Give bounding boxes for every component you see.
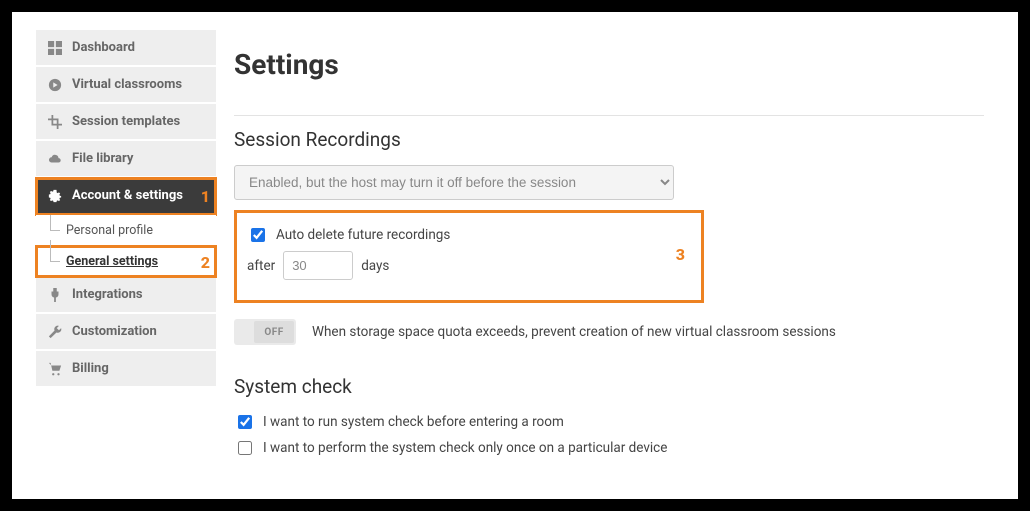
after-label: after — [247, 258, 275, 274]
days-input[interactable] — [283, 251, 353, 280]
sidebar-item-integrations[interactable]: Integrations — [36, 277, 216, 314]
sidebar-item-label: Integrations — [72, 287, 143, 302]
tree-line-icon — [50, 240, 60, 262]
auto-delete-label: Auto delete future recordings — [276, 227, 450, 243]
system-check-before-room-checkbox[interactable] — [238, 415, 252, 429]
storage-quota-toggle[interactable]: OFF — [234, 319, 296, 345]
crop-icon — [48, 115, 62, 129]
recording-mode-select[interactable]: Enabled, but the host may turn it off be… — [234, 165, 674, 200]
page-title: Settings — [234, 48, 984, 81]
cloud-icon — [48, 152, 62, 166]
sidebar-item-label: Billing — [72, 361, 109, 376]
system-check-opt1-label: I want to run system check before enteri… — [263, 414, 564, 430]
sidebar-sub-general-settings[interactable]: General settings — [36, 246, 216, 277]
sidebar-sub-label: General settings — [64, 254, 158, 269]
divider — [234, 115, 984, 116]
grid-icon — [48, 41, 62, 55]
system-check-opt2-label: I want to perform the system check only … — [263, 440, 667, 456]
plug-icon — [48, 288, 62, 302]
cart-icon — [48, 362, 62, 376]
sidebar-sub-label: Personal profile — [64, 223, 153, 238]
sidebar-item-label: Session templates — [72, 114, 180, 129]
sidebar-item-account-settings[interactable]: Account & settings — [36, 178, 216, 215]
sidebar-item-file-library[interactable]: File library — [36, 141, 216, 178]
sidebar-item-label: Account & settings — [72, 188, 183, 203]
sidebar: Dashboard Virtual classrooms Session tem… — [36, 30, 216, 481]
annotation-3: 3 — [676, 245, 685, 264]
tree-line-icon — [50, 215, 60, 231]
sidebar-sub-personal-profile[interactable]: Personal profile — [36, 215, 216, 246]
sidebar-item-label: File library — [72, 151, 133, 166]
storage-quota-desc: When storage space quota exceeds, preven… — [312, 324, 836, 340]
sidebar-item-session-templates[interactable]: Session templates — [36, 104, 216, 141]
gear-icon — [48, 189, 62, 203]
sidebar-item-label: Virtual classrooms — [72, 77, 182, 92]
sidebar-item-customization[interactable]: Customization — [36, 314, 216, 351]
main-content: Settings Session Recordings Enabled, but… — [234, 30, 994, 481]
auto-delete-panel: Auto delete future recordings after days… — [234, 210, 704, 303]
days-label: days — [361, 258, 389, 274]
toggle-state-label: OFF — [254, 321, 294, 343]
annotation-2: 2 — [201, 253, 210, 272]
sidebar-item-label: Dashboard — [72, 40, 135, 55]
sidebar-item-dashboard[interactable]: Dashboard — [36, 30, 216, 67]
play-circle-icon — [48, 78, 62, 92]
section-session-recordings-title: Session Recordings — [234, 128, 984, 151]
auto-delete-checkbox[interactable] — [251, 228, 265, 242]
sidebar-item-virtual-classrooms[interactable]: Virtual classrooms — [36, 67, 216, 104]
sidebar-item-label: Customization — [72, 324, 157, 339]
system-check-once-checkbox[interactable] — [238, 441, 252, 455]
annotation-1: 1 — [201, 187, 210, 206]
app-frame: Dashboard Virtual classrooms Session tem… — [0, 0, 1030, 511]
sidebar-item-billing[interactable]: Billing — [36, 351, 216, 388]
section-system-check-title: System check — [234, 375, 984, 398]
wrench-icon — [48, 325, 62, 339]
